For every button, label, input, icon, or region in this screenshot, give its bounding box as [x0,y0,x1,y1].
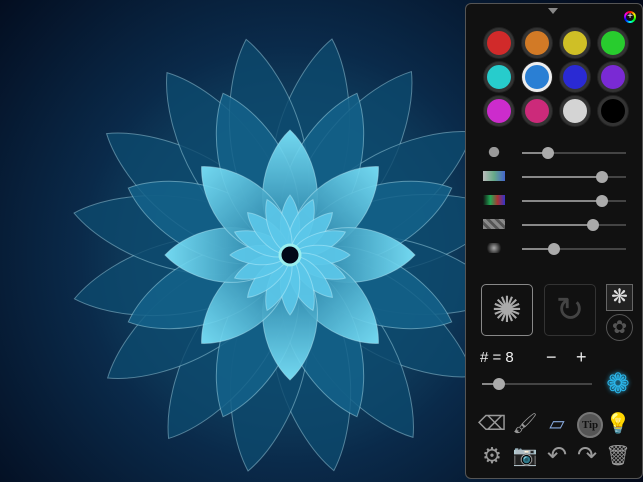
eraser-icon[interactable]: ⌫ [478,410,506,438]
symmetry-preview-icon: ❁ [606,368,630,399]
size-dots-icon [483,147,505,157]
color-swatch[interactable] [560,28,590,58]
brush-size-slider[interactable] [522,147,626,159]
slider-thumb[interactable] [542,147,554,159]
color-swatch[interactable] [598,28,628,58]
color-swatch[interactable] [560,96,590,126]
transparency-icon [483,219,505,229]
pattern-square-icon[interactable]: ❋ [606,284,633,311]
mandala-center [278,243,302,267]
pattern-circle-icon[interactable]: ✿ [606,314,633,341]
settings-gear-icon[interactable]: ⚙ [478,442,506,470]
symmetry-slider[interactable] [482,378,592,390]
softness-slider[interactable] [522,243,626,255]
slider-thumb[interactable] [586,219,599,231]
slider-thumb[interactable] [596,195,609,207]
color-swatch[interactable] [598,62,628,92]
opacity-slider[interactable] [522,219,626,231]
decrease-symmetry-button[interactable]: − [546,347,557,368]
color-swatch[interactable] [522,62,552,92]
lightbulb-icon[interactable]: 💡 [604,410,632,438]
undo-icon[interactable]: ↶ [543,442,571,470]
rgb-gradient-icon [483,195,505,205]
color-swatch[interactable] [484,96,514,126]
slider-fill [522,224,593,226]
slider-thumb[interactable] [492,378,505,390]
gradient-icon [483,171,505,181]
color-swatch[interactable] [484,62,514,92]
color-swatch[interactable] [484,28,514,58]
tip-button[interactable]: Tip [577,412,603,438]
app-stage: + ✺ ↻ ❋ ✿ # = 8 − + ❁ ⌫ 🖌 ▱ Tip 💡 ⚙ 📷 ↶ … [0,0,643,482]
increase-symmetry-button[interactable]: + [576,347,587,368]
add-color-icon[interactable]: + [624,11,636,23]
collapse-arrow-icon[interactable] [548,8,558,14]
blur-dots-icon [483,243,505,253]
palette-brush-icon[interactable]: 🖌 [511,410,539,438]
symmetry-count-label: # = 8 [480,349,514,366]
layer-fill-icon[interactable]: ▱ [543,410,571,438]
tool-panel: + ✺ ↻ ❋ ✿ # = 8 − + ❁ ⌫ 🖌 ▱ Tip 💡 ⚙ 📷 ↶ … [465,3,643,479]
rotation-mode-button[interactable]: ↻ [544,284,596,336]
slider-fill [522,176,603,178]
slider-thumb[interactable] [596,171,609,183]
trash-icon[interactable]: 🗑 [604,442,632,470]
camera-export-icon[interactable]: 📷 [511,442,539,470]
color-swatch[interactable] [598,96,628,126]
slider-thumb[interactable] [548,243,561,255]
color-variation-slider[interactable] [522,195,626,207]
kaleidoscope-mode-button[interactable]: ✺ [481,284,533,336]
redo-icon[interactable]: ↷ [573,442,601,470]
color-swatch[interactable] [522,96,552,126]
gradient-slider[interactable] [522,171,626,183]
color-swatch[interactable] [522,28,552,58]
slider-fill [522,200,603,202]
color-swatch[interactable] [560,62,590,92]
